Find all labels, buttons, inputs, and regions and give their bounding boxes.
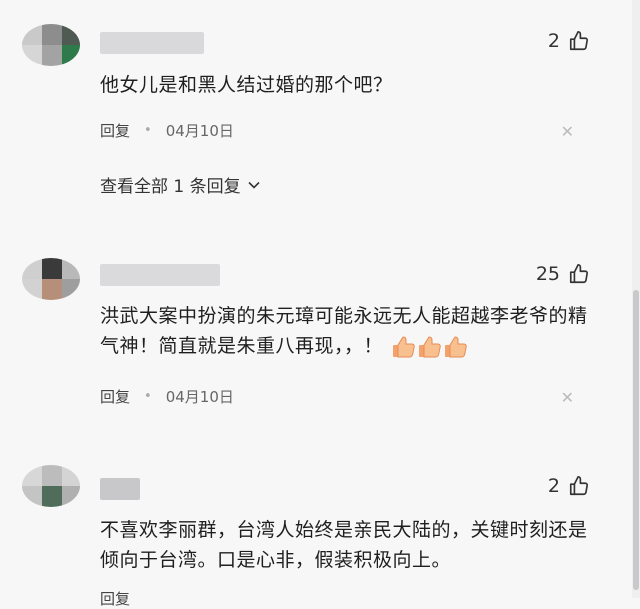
- comment-meta: 回复: [100, 588, 130, 609]
- view-replies-label: 查看全部 1 条回复: [100, 177, 241, 197]
- like-count: 25: [535, 263, 560, 285]
- thumbs-up-emoji-icon: [416, 334, 442, 360]
- avatar[interactable]: [22, 24, 80, 66]
- scrollbar-thumb[interactable]: [633, 290, 639, 590]
- separator-dot: •: [144, 389, 152, 404]
- like-button[interactable]: 2: [548, 475, 590, 497]
- avatar[interactable]: [22, 465, 80, 507]
- comment-meta: 回复 • 04月10日: [100, 120, 234, 141]
- view-replies-button[interactable]: 查看全部 1 条回复: [100, 172, 261, 197]
- reply-button[interactable]: 回复: [100, 588, 130, 609]
- username-blurred[interactable]: [100, 264, 220, 286]
- comment-text: 洪武大案中扮演的朱元璋可能永远无人能超越李老爷的精气神！简直就是朱重八再现，，！: [100, 301, 600, 361]
- thumbs-up-icon: [569, 31, 589, 51]
- like-count: 2: [547, 475, 560, 497]
- comment-text: 不喜欢李丽群，台湾人始终是亲民大陆的，关键时刻还是倾向于台湾。口是心非，假装积极…: [100, 519, 588, 571]
- close-icon[interactable]: ✕: [561, 122, 574, 141]
- reply-button[interactable]: 回复: [100, 386, 130, 407]
- close-icon[interactable]: ✕: [561, 388, 574, 407]
- scrollbar[interactable]: [632, 0, 640, 598]
- thumbs-up-emoji-icon: [390, 334, 416, 360]
- like-button[interactable]: 2: [548, 30, 590, 52]
- comment-meta: 回复 • 04月10日: [100, 386, 234, 407]
- comment-text: 他女儿是和黑人结过婚的那个吧？: [100, 74, 393, 96]
- username-blurred[interactable]: [100, 478, 140, 500]
- reply-button[interactable]: 回复: [100, 120, 130, 141]
- comment-date: 04月10日: [165, 388, 234, 406]
- thumbs-up-icon: [569, 476, 589, 496]
- comment-text-body: 洪武大案中扮演的朱元璋可能永远无人能超越李老爷的精气神！简直就是朱重八再现，，！: [100, 305, 588, 357]
- thumbs-up-emoji-icon: [442, 334, 468, 360]
- separator-dot: •: [144, 123, 152, 138]
- username-blurred[interactable]: [100, 32, 204, 54]
- comment-date: 04月10日: [165, 122, 234, 140]
- avatar[interactable]: [22, 258, 80, 300]
- like-count: 2: [547, 30, 560, 52]
- chevron-down-icon: [248, 181, 260, 189]
- thumbs-up-icon: [569, 264, 589, 284]
- like-button[interactable]: 25: [536, 263, 590, 285]
